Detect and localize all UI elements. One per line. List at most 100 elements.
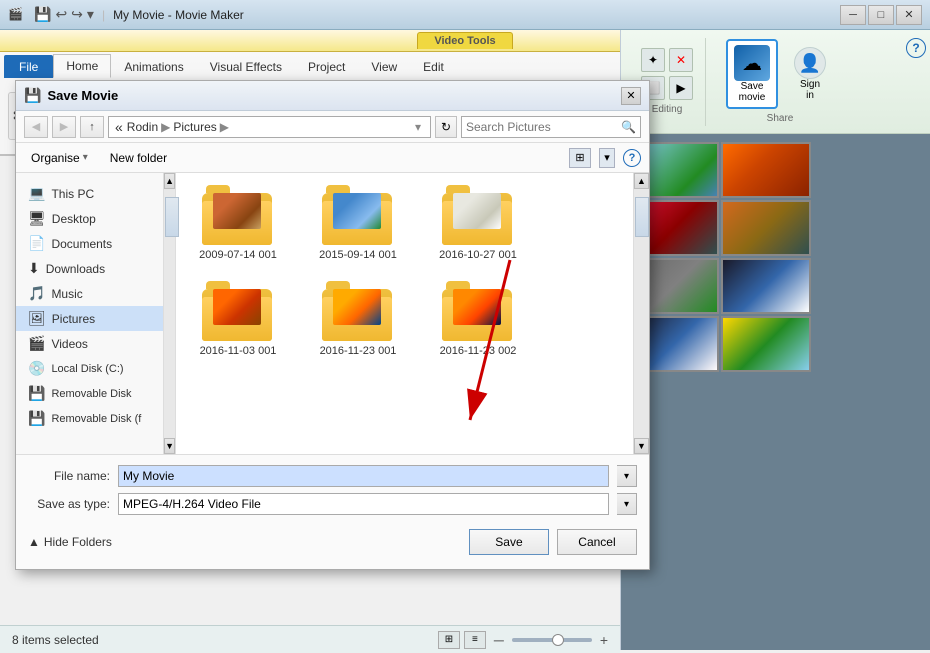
breadcrumb-end: ▶ bbox=[220, 120, 229, 134]
sidebar-item-pictures[interactable]: 🖼 Pictures bbox=[16, 306, 163, 331]
thumb-row-3 bbox=[629, 258, 922, 314]
sidebar-scroll-track[interactable] bbox=[164, 189, 175, 438]
save-movie-button[interactable]: ☁ Save movie bbox=[726, 39, 778, 109]
thumbnail-8[interactable] bbox=[721, 316, 811, 372]
view-btn-grid[interactable]: ⊞ bbox=[438, 631, 460, 649]
qa-save[interactable]: 💾 bbox=[34, 6, 51, 23]
edit-btn-2[interactable]: ✕ bbox=[669, 48, 693, 72]
search-input[interactable] bbox=[466, 120, 621, 134]
view-toggle-dropdown[interactable]: ▾ bbox=[599, 148, 615, 168]
savetype-label: Save as type: bbox=[28, 497, 110, 511]
dialog-sidebar: 💻 This PC 🖥 Desktop 📄 Documents ⬇ Downlo… bbox=[16, 173, 163, 454]
savetype-row: Save as type: ▾ bbox=[28, 493, 637, 515]
new-folder-button[interactable]: New folder bbox=[103, 148, 174, 168]
organise-button[interactable]: Organise ▾ bbox=[24, 148, 95, 168]
zoom-out-button[interactable]: ─ bbox=[494, 632, 504, 648]
folder-item-3[interactable]: 2016-10-27 001 bbox=[428, 185, 528, 261]
savetype-dropdown[interactable]: ▾ bbox=[617, 493, 637, 515]
folder-item-2[interactable]: 2015-09-14 001 bbox=[308, 185, 408, 261]
edit-btn-1[interactable]: ✦ bbox=[641, 48, 665, 72]
thumbnail-4[interactable] bbox=[721, 200, 811, 256]
localdisk-label: Local Disk (C:) bbox=[51, 363, 123, 375]
tab-view[interactable]: View bbox=[358, 55, 410, 78]
file-area: 2009-07-14 001 2015-09-14 001 bbox=[176, 173, 633, 454]
sign-in-button[interactable]: 👤 Sign in bbox=[786, 43, 834, 105]
refresh-button[interactable]: ↻ bbox=[435, 116, 457, 138]
thumb-img-4 bbox=[723, 202, 809, 254]
folder-tab-1 bbox=[206, 185, 230, 193]
filename-input[interactable] bbox=[118, 465, 609, 487]
folder-item-1[interactable]: 2009-07-14 001 bbox=[188, 185, 288, 261]
title-bar: 🎬 💾 ↩ ↪ ▾ | My Movie - Movie Maker ─ □ ✕ bbox=[0, 0, 930, 30]
thumb-row-4 bbox=[629, 316, 922, 372]
view-btn-list[interactable]: ≡ bbox=[464, 631, 486, 649]
sidebar-scroll-thumb[interactable] bbox=[165, 197, 179, 237]
folder-item-6[interactable]: 2016-11-23 002 bbox=[428, 281, 528, 357]
filename-row: File name: ▾ bbox=[28, 465, 637, 487]
cancel-button[interactable]: Cancel bbox=[557, 529, 637, 555]
search-box[interactable]: 🔍 bbox=[461, 116, 641, 138]
sidebar-scroll-up[interactable]: ▲ bbox=[164, 173, 175, 189]
sidebar-item-music[interactable]: 🎵 Music bbox=[16, 281, 163, 306]
sidebar-item-documents[interactable]: 📄 Documents bbox=[16, 231, 163, 256]
sidebar-scroll-down[interactable]: ▼ bbox=[164, 438, 175, 454]
help-icon-right[interactable]: ? bbox=[906, 38, 926, 58]
folder-icon-6 bbox=[442, 281, 514, 341]
removable1-label: Removable Disk bbox=[51, 388, 131, 400]
folder-label-3: 2016-10-27 001 bbox=[439, 249, 517, 261]
sidebar-item-localdisk[interactable]: 💿 Local Disk (C:) bbox=[16, 356, 163, 381]
dialog-close-button[interactable]: ✕ bbox=[621, 87, 641, 105]
nav-up-button[interactable]: ↑ bbox=[80, 116, 104, 138]
documents-icon: 📄 bbox=[28, 235, 45, 252]
sidebar-item-thispc[interactable]: 💻 This PC bbox=[16, 181, 163, 206]
tab-edit[interactable]: Edit bbox=[410, 55, 457, 78]
edit-btn-4[interactable]: ▶ bbox=[669, 76, 693, 100]
thumbnail-2[interactable] bbox=[721, 142, 811, 198]
view-toggle-button[interactable]: ⊞ bbox=[569, 148, 591, 168]
thumbnails-panel[interactable] bbox=[621, 134, 930, 650]
dialog-help-button[interactable]: ? bbox=[623, 149, 641, 167]
folder-thumb-6 bbox=[453, 289, 501, 325]
folder-icon-5 bbox=[322, 281, 394, 341]
breadcrumb-dropdown[interactable]: ▾ bbox=[415, 120, 421, 134]
tab-visual-effects[interactable]: Visual Effects bbox=[197, 55, 295, 78]
hide-folders-button[interactable]: ▲ Hide Folders bbox=[28, 535, 112, 549]
music-icon: 🎵 bbox=[28, 285, 45, 302]
minimize-button[interactable]: ─ bbox=[840, 5, 866, 25]
breadcrumb[interactable]: « Rodin ▶ Pictures ▶ ▾ bbox=[108, 116, 431, 138]
dialog-toolbar: Organise ▾ New folder ⊞ ▾ ? bbox=[16, 143, 649, 173]
tab-animations[interactable]: Animations bbox=[111, 55, 196, 78]
file-area-scrollbar[interactable]: ▲ ▼ bbox=[633, 173, 649, 454]
file-grid: 2009-07-14 001 2015-09-14 001 bbox=[188, 185, 621, 357]
zoom-slider[interactable] bbox=[512, 638, 592, 642]
qa-more[interactable]: ▾ bbox=[87, 6, 94, 23]
close-button[interactable]: ✕ bbox=[896, 5, 922, 25]
file-scroll-up[interactable]: ▲ bbox=[634, 173, 649, 189]
tab-project[interactable]: Project bbox=[295, 55, 358, 78]
file-scroll-thumb[interactable] bbox=[635, 197, 649, 237]
sidebar-scrollbar[interactable]: ▲ ▼ bbox=[163, 173, 175, 454]
nav-forward-button[interactable]: ▶ bbox=[52, 116, 76, 138]
qa-redo[interactable]: ↪ bbox=[71, 6, 83, 23]
thumbnail-6[interactable] bbox=[721, 258, 811, 314]
maximize-button[interactable]: □ bbox=[868, 5, 894, 25]
sidebar-item-desktop[interactable]: 🖥 Desktop bbox=[16, 206, 163, 231]
tab-file[interactable]: File bbox=[4, 55, 53, 78]
hide-folders-chevron: ▲ bbox=[28, 535, 40, 549]
save-button[interactable]: Save bbox=[469, 529, 549, 555]
file-scroll-down[interactable]: ▼ bbox=[634, 438, 649, 454]
sidebar-item-downloads[interactable]: ⬇ Downloads bbox=[16, 256, 163, 281]
sidebar-item-removable2[interactable]: 💾 Removable Disk (f bbox=[16, 406, 163, 431]
filename-dropdown[interactable]: ▾ bbox=[617, 465, 637, 487]
folder-item-4[interactable]: 2016-11-03 001 bbox=[188, 281, 288, 357]
save-movie-label: Save movie bbox=[739, 81, 766, 103]
nav-back-button[interactable]: ◀ bbox=[24, 116, 48, 138]
sidebar-item-videos[interactable]: 🎬 Videos bbox=[16, 331, 163, 356]
folder-tab-4 bbox=[206, 281, 230, 289]
zoom-in-button[interactable]: + bbox=[600, 632, 608, 648]
tab-home[interactable]: Home bbox=[53, 54, 111, 78]
sidebar-item-removable1[interactable]: 💾 Removable Disk bbox=[16, 381, 163, 406]
qa-undo[interactable]: ↩ bbox=[55, 6, 67, 23]
file-scroll-track[interactable] bbox=[634, 189, 649, 438]
folder-item-5[interactable]: 2016-11-23 001 bbox=[308, 281, 408, 357]
